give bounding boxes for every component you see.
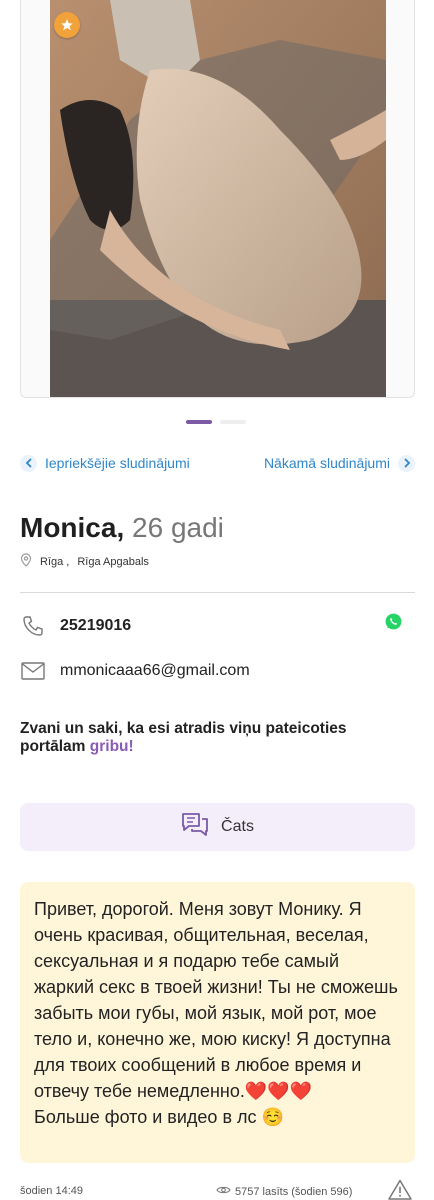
description-text-2: Больше фото и видео в лс ☺️ <box>34 1107 284 1127</box>
gallery-dot[interactable] <box>220 420 246 424</box>
chevron-right-icon <box>398 454 415 472</box>
listing-footer: šodien 14:49 5757 lasīts (šodien 596) <box>20 1179 415 1200</box>
chat-bubbles-icon <box>181 812 209 843</box>
listing-name: Monica, <box>20 512 125 543</box>
listing-title: Monica, 26 gadi <box>20 512 224 544</box>
photo-gallery[interactable] <box>20 0 415 398</box>
chat-button[interactable]: Čats <box>20 803 415 851</box>
featured-star-icon <box>54 12 80 38</box>
call-note-text: Zvani un saki, ka esi atradis viņu patei… <box>20 720 347 755</box>
chevron-left-icon <box>20 454 37 472</box>
phone-icon <box>20 614 46 638</box>
chat-label: Čats <box>221 818 254 835</box>
listing-navigation: Iepriekšējie sludinājumi Nākamā sludināj… <box>20 453 415 473</box>
description-text: Привет, дорогой. Меня зовут Монику. Я оч… <box>34 899 398 1101</box>
brand-link[interactable]: gribu! <box>90 738 134 755</box>
phone-row: 25219016 <box>20 612 415 640</box>
view-count: 5757 lasīts (šodien 596) <box>216 1185 352 1198</box>
listing-location: Rīga , Rīga Apgabals <box>20 553 149 570</box>
email-address[interactable]: mmonicaaa66@gmail.com <box>60 662 250 680</box>
gallery-dot-active[interactable] <box>186 420 212 424</box>
report-warning-triangle-icon[interactable] <box>388 1179 412 1200</box>
eye-icon <box>216 1185 231 1198</box>
listing-description: Привет, дорогой. Меня зовут Монику. Я оч… <box>20 882 415 1163</box>
next-listings-link[interactable]: Nākamā sludinājumi <box>263 454 415 472</box>
call-note: Zvani un saki, ka esi atradis viņu patei… <box>20 720 400 756</box>
prev-listings-label: Iepriekšējie sludinājumi <box>45 455 190 471</box>
location-city[interactable]: Rīga , <box>40 556 69 568</box>
gallery-pagination <box>186 420 246 424</box>
prev-listings-link[interactable]: Iepriekšējie sludinājumi <box>20 454 190 472</box>
listing-photo[interactable] <box>50 0 386 397</box>
section-divider <box>20 592 415 593</box>
envelope-icon <box>20 661 46 681</box>
next-listings-label: Nākamā sludinājumi <box>263 455 390 471</box>
photo-image <box>50 0 386 397</box>
phone-number[interactable]: 25219016 <box>60 617 131 635</box>
whatsapp-icon[interactable] <box>384 612 403 636</box>
posted-date: šodien 14:49 <box>20 1185 83 1197</box>
location-pin-icon <box>20 553 32 570</box>
email-row: mmonicaaa66@gmail.com <box>20 658 415 684</box>
location-region[interactable]: Rīga Apgabals <box>77 556 149 568</box>
listing-age: 26 gadi <box>132 512 224 543</box>
view-count-text: 5757 lasīts (šodien 596) <box>235 1185 353 1198</box>
